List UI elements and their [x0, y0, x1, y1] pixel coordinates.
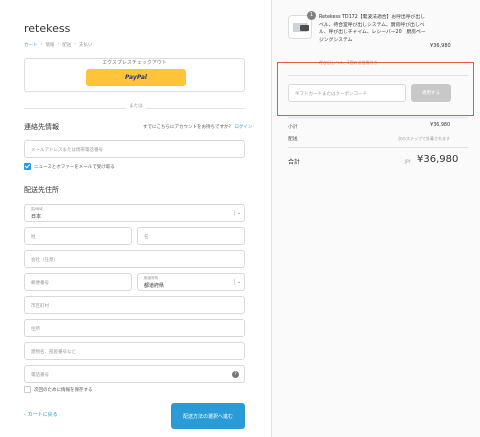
- breadcrumb-separator: ›: [74, 42, 76, 47]
- prefecture-select[interactable]: 都道府県 都道府県 ⌄: [137, 273, 245, 291]
- total-label: 合計: [288, 159, 301, 166]
- breadcrumb-separator: ›: [40, 42, 43, 47]
- coupon-input[interactable]: ギフトカードまたはクーポンコード: [288, 84, 406, 102]
- save-info-label: 次回のために情報を保存する: [34, 388, 93, 393]
- divider-line: [288, 147, 468, 148]
- login-prompt: すでにこちらにアカウントをお持ちですか？: [143, 125, 233, 130]
- transmitter-icon: [300, 25, 309, 31]
- checkout-form-panel: retekess カート › 情報 › 配送 › 支払い エクスプレスチェックア…: [0, 0, 271, 437]
- chevron-down-icon: ⌄: [234, 210, 241, 216]
- total-value: ¥36,980: [417, 154, 459, 165]
- breadcrumb-shipping: 配送: [62, 43, 72, 48]
- total-currency: JPY: [405, 159, 411, 164]
- login-link[interactable]: ログイン: [234, 125, 252, 130]
- breadcrumb: カート › 情報 › 配送 › 支払い: [24, 42, 92, 48]
- store-name[interactable]: retekess: [24, 22, 70, 35]
- quantity-badge: 1: [307, 11, 316, 20]
- newsletter-label: ニュースとオファーをメールで受け取る: [34, 165, 115, 170]
- breadcrumb-payment: 支払い: [78, 43, 93, 48]
- last-name-field[interactable]: 姓: [24, 227, 132, 245]
- help-icon[interactable]: ?: [232, 371, 239, 378]
- prefecture-value: 都道府県: [144, 283, 165, 289]
- address-field[interactable]: 住所: [24, 319, 245, 337]
- postal-code-field[interactable]: 郵便番号: [24, 273, 132, 291]
- chevron-down-icon: ⌄: [234, 279, 241, 285]
- last-name-placeholder: 姓: [31, 235, 36, 240]
- save-info-checkbox[interactable]: [24, 386, 31, 393]
- building-placeholder: 建物名、部屋番号など: [31, 350, 76, 355]
- coupon-placeholder: ギフトカードまたはクーポンコード: [295, 92, 367, 97]
- country-select[interactable]: 国/地域 日本 ⌄: [24, 204, 245, 222]
- city-field[interactable]: 市区町村: [24, 296, 245, 314]
- subtotal-label: 小計: [288, 125, 298, 130]
- product-price: ¥36,980: [430, 43, 451, 49]
- express-checkout-box: エクスプレスチェックアウト PayPal: [24, 58, 245, 92]
- apply-coupon-button[interactable]: 適用する: [411, 84, 451, 102]
- country-value: 日本: [31, 214, 42, 220]
- email-placeholder: メールアドレスまたは携帯電話番号: [31, 148, 103, 153]
- postal-code-placeholder: 郵便番号: [31, 281, 49, 286]
- product-name: Retekess TD172【電波法適合】お呼出呼び出しベル、待合室呼び出しシス…: [319, 15, 426, 43]
- divider-line: [288, 117, 468, 118]
- breadcrumb-information: 情報: [45, 43, 55, 48]
- first-name-placeholder: 名: [144, 235, 149, 240]
- login-hint: すでにこちらにアカウントをお持ちですか？ ログイン: [143, 124, 252, 130]
- breadcrumb-separator: ›: [57, 42, 60, 47]
- shipping-value: 次のステップで計算されます: [398, 136, 450, 141]
- shipping-section-title: 配送先住所: [24, 186, 59, 194]
- newsletter-checkbox[interactable]: [24, 163, 31, 170]
- building-field[interactable]: 建物名、部屋番号など: [24, 342, 245, 360]
- city-placeholder: 市区町村: [31, 304, 49, 309]
- phone-placeholder: 電話番号: [31, 373, 49, 378]
- divider-text: または: [126, 103, 146, 109]
- breadcrumb-cart[interactable]: カート: [24, 42, 38, 48]
- shipping-label: 配送: [288, 137, 298, 142]
- continue-to-shipping-button[interactable]: 配送方法の選択へ進む: [171, 403, 245, 429]
- prefecture-label: 都道府県: [144, 276, 158, 280]
- contact-section-title: 連絡先情報: [24, 123, 59, 131]
- country-label: 国/地域: [31, 207, 43, 211]
- email-field[interactable]: メールアドレスまたは携帯電話番号: [24, 140, 245, 158]
- express-checkout-title: エクスプレスチェックアウト: [102, 60, 167, 66]
- company-field[interactable]: 会社（任意）: [24, 250, 245, 268]
- paypal-button[interactable]: PayPal: [86, 69, 186, 86]
- return-to-cart-link[interactable]: ‹ カートに戻る: [24, 411, 58, 418]
- first-name-field[interactable]: 名: [137, 227, 245, 245]
- address-placeholder: 住所: [31, 327, 40, 332]
- subtotal-value: ¥36,980: [430, 123, 450, 128]
- order-summary-panel: 1 Retekess TD172【電波法適合】お呼出呼び出しベル、待合室呼び出し…: [271, 0, 480, 437]
- phone-field[interactable]: 電話番号 ?: [24, 365, 245, 383]
- company-placeholder: 会社（任意）: [31, 258, 58, 263]
- divider-line: [288, 75, 468, 76]
